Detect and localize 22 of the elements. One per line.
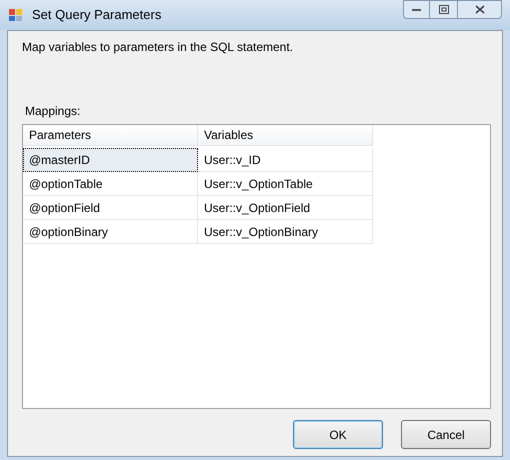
- table-cell[interactable]: User::v_OptionField: [198, 196, 373, 220]
- cancel-button[interactable]: Cancel: [401, 420, 491, 449]
- table-cell[interactable]: @optionTable: [23, 172, 198, 196]
- minimize-icon: [412, 8, 421, 11]
- close-button[interactable]: [457, 0, 502, 19]
- description-text: Map variables to parameters in the SQL statement.: [22, 39, 294, 56]
- ok-button[interactable]: OK: [293, 420, 383, 449]
- mappings-label: Mappings:: [25, 103, 82, 120]
- column-header[interactable]: Parameters: [23, 125, 198, 146]
- table-cell[interactable]: @masterID: [23, 148, 198, 172]
- table-cell[interactable]: User::v_OptionTable: [198, 172, 373, 196]
- maximize-button[interactable]: [430, 0, 457, 19]
- window-title: Set Query Parameters: [32, 6, 162, 24]
- table-cell[interactable]: @optionField: [23, 196, 198, 220]
- maximize-icon: [438, 5, 448, 14]
- minimize-button[interactable]: [403, 0, 430, 19]
- app-icon: [8, 7, 24, 23]
- table-cell[interactable]: User::v_ID: [198, 148, 373, 172]
- column-header[interactable]: Variables: [198, 125, 373, 146]
- table-cell[interactable]: @optionBinary: [23, 220, 198, 244]
- close-icon: [474, 5, 484, 14]
- table-cell[interactable]: User::v_OptionBinary: [198, 220, 373, 244]
